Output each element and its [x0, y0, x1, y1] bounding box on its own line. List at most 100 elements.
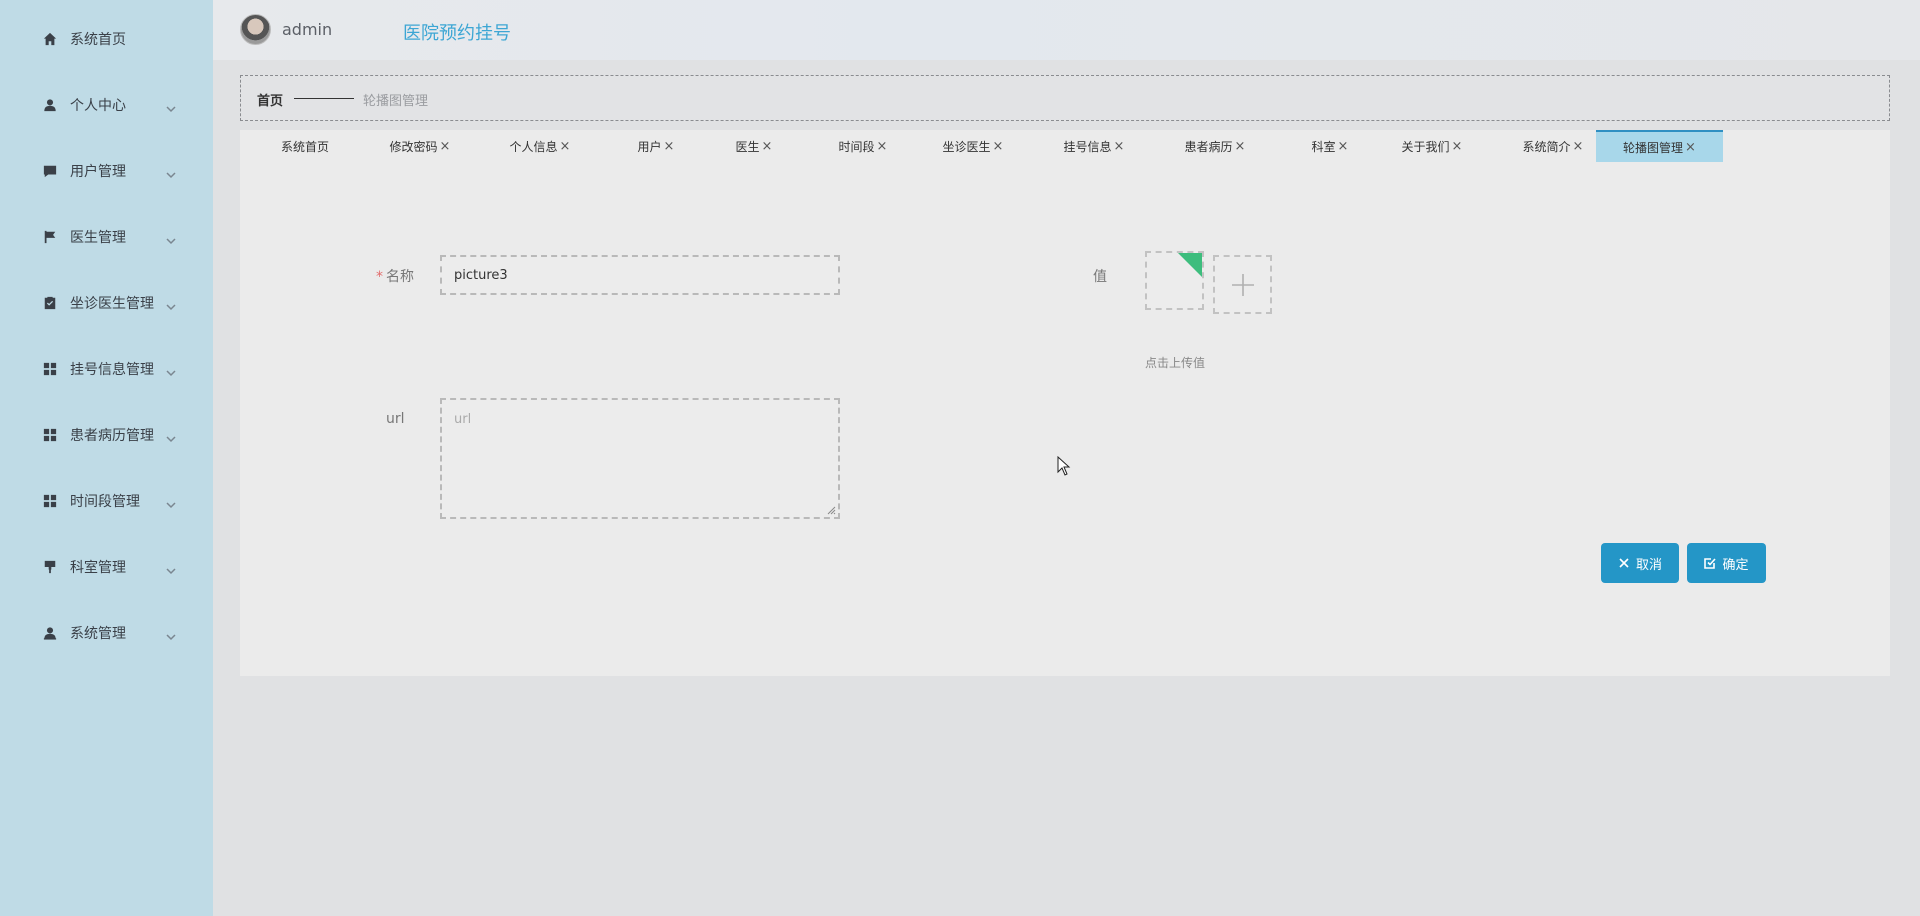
sidebar-item-label: 挂号信息管理: [70, 362, 154, 378]
tab-home[interactable]: 系统首页: [255, 130, 355, 162]
name-label: * 名称: [376, 266, 414, 286]
chat-icon: [42, 163, 58, 179]
cancel-icon: [1619, 558, 1629, 568]
chevron-down-icon: [166, 99, 178, 113]
confirm-button-label: 确定: [1722, 556, 1749, 572]
cancel-button-label: 取消: [1635, 556, 1662, 572]
mouse-cursor-icon: [1057, 456, 1071, 476]
sidebar-item-user-management[interactable]: 用户管理: [0, 151, 213, 191]
chevron-down-icon: [166, 627, 178, 641]
sidebar-item-label: 个人中心: [70, 98, 126, 114]
tab-medical-records[interactable]: 患者病历 ×: [1160, 130, 1270, 162]
tab-change-password[interactable]: 修改密码 ×: [365, 130, 475, 162]
breadcrumb-current: 轮播图管理: [363, 94, 429, 109]
tab-label: 系统简介: [1522, 139, 1571, 154]
close-icon[interactable]: ×: [1685, 140, 1696, 155]
tab-registration-info[interactable]: 挂号信息 ×: [1039, 130, 1149, 162]
tab-users[interactable]: 用户 ×: [606, 130, 706, 162]
close-icon[interactable]: ×: [664, 139, 675, 154]
home-icon: [42, 31, 58, 47]
chevron-down-icon: [166, 495, 178, 509]
tab-doctors[interactable]: 医生 ×: [704, 130, 804, 162]
chevron-down-icon: [166, 429, 178, 443]
close-icon[interactable]: ×: [762, 139, 773, 154]
tab-label: 医生: [735, 139, 760, 154]
sidebar-item-doctor-management[interactable]: 医生管理: [0, 217, 213, 257]
sidebar-item-label: 用户管理: [70, 164, 126, 180]
tab-label: 个人信息: [509, 139, 558, 154]
required-mark: *: [376, 269, 383, 285]
close-icon[interactable]: ×: [1573, 139, 1584, 154]
app-title: 医院预约挂号: [403, 23, 511, 44]
grid-icon: [42, 427, 58, 443]
sidebar-item-label: 时间段管理: [70, 494, 140, 510]
tab-bar: 系统首页 修改密码 × 个人信息 × 用户 × 医生 × 时间段 × 坐诊医生 × 挂号信息…: [240, 130, 1890, 162]
breadcrumb-separator: [294, 98, 354, 99]
tab-label: 挂号信息: [1063, 139, 1112, 154]
grid-icon: [42, 361, 58, 377]
close-icon[interactable]: ×: [1235, 139, 1246, 154]
confirm-button[interactable]: 确定: [1687, 543, 1766, 583]
checkbox-icon: [1704, 558, 1717, 569]
name-label-text: 名称: [386, 269, 414, 285]
chevron-down-icon: [166, 231, 178, 245]
name-input[interactable]: [440, 255, 840, 295]
url-label: url: [386, 411, 405, 427]
tab-label: 患者病历: [1184, 139, 1233, 154]
tab-departments[interactable]: 科室 ×: [1280, 130, 1380, 162]
tab-carousel-management[interactable]: 轮播图管理 ×: [1596, 130, 1723, 162]
breadcrumb-home[interactable]: 首页: [257, 90, 283, 109]
plus-icon: [1231, 273, 1254, 296]
chevron-down-icon: [166, 297, 178, 311]
sidebar-item-label: 坐诊医生管理: [70, 296, 154, 312]
tab-personal-info[interactable]: 个人信息 ×: [485, 130, 595, 162]
username[interactable]: admin: [282, 20, 332, 39]
brush-icon: [42, 559, 58, 575]
sidebar-item-label: 患者病历管理: [70, 428, 154, 444]
tab-clinic-doctors[interactable]: 坐诊医生 ×: [918, 130, 1028, 162]
tab-about-us[interactable]: 关于我们 ×: [1377, 130, 1487, 162]
breadcrumb: 首页 轮播图管理: [240, 75, 1890, 121]
tab-label: 坐诊医生: [942, 139, 991, 154]
upload-success-corner-icon: [1178, 253, 1202, 277]
sidebar-item-clinic-doctor-management[interactable]: 坐诊医生管理: [0, 283, 213, 323]
flag-icon: [42, 229, 58, 245]
sidebar-item-system-management[interactable]: 系统管理: [0, 613, 213, 653]
close-icon[interactable]: ×: [993, 139, 1004, 154]
sidebar-item-label: 科室管理: [70, 560, 126, 576]
resize-grip-icon[interactable]: [826, 505, 836, 515]
close-icon[interactable]: ×: [877, 139, 888, 154]
tab-time-slots[interactable]: 时间段 ×: [808, 130, 918, 162]
sidebar-item-label: 医生管理: [70, 230, 126, 246]
sidebar: 系统首页 个人中心 用户管理 医生管理 坐诊医生管理 挂号信息管理 患者病历管理…: [0, 0, 213, 916]
sidebar-item-medical-record-management[interactable]: 患者病历管理: [0, 415, 213, 455]
close-icon[interactable]: ×: [1338, 139, 1349, 154]
tab-label: 系统首页: [280, 139, 329, 154]
clipboard-check-icon: [42, 295, 58, 311]
sidebar-item-label: 系统首页: [70, 32, 126, 48]
avatar[interactable]: [240, 14, 271, 45]
tab-label: 科室: [1311, 139, 1336, 154]
tab-label: 轮播图管理: [1623, 140, 1684, 155]
url-textarea[interactable]: [440, 398, 840, 519]
sidebar-item-department-management[interactable]: 科室管理: [0, 547, 213, 587]
sidebar-item-label: 系统管理: [70, 626, 126, 642]
uploaded-image-thumbnail[interactable]: [1145, 251, 1204, 310]
close-icon[interactable]: ×: [1114, 139, 1125, 154]
upload-hint: 点击上传值: [1145, 356, 1206, 370]
chevron-down-icon: [166, 165, 178, 179]
sidebar-item-time-slot-management[interactable]: 时间段管理: [0, 481, 213, 521]
chevron-down-icon: [166, 363, 178, 377]
close-icon[interactable]: ×: [560, 139, 571, 154]
grid-icon: [42, 493, 58, 509]
tab-system-intro[interactable]: 系统简介 ×: [1498, 130, 1608, 162]
tab-label: 时间段: [838, 139, 875, 154]
sidebar-item-home[interactable]: 系统首页: [0, 19, 213, 59]
cancel-button[interactable]: 取消: [1601, 543, 1679, 583]
close-icon[interactable]: ×: [440, 139, 451, 154]
sidebar-item-personal-center[interactable]: 个人中心: [0, 85, 213, 125]
upload-add-button[interactable]: [1213, 255, 1272, 314]
sidebar-item-registration-management[interactable]: 挂号信息管理: [0, 349, 213, 389]
close-icon[interactable]: ×: [1452, 139, 1463, 154]
value-label: 值: [1093, 269, 1107, 285]
